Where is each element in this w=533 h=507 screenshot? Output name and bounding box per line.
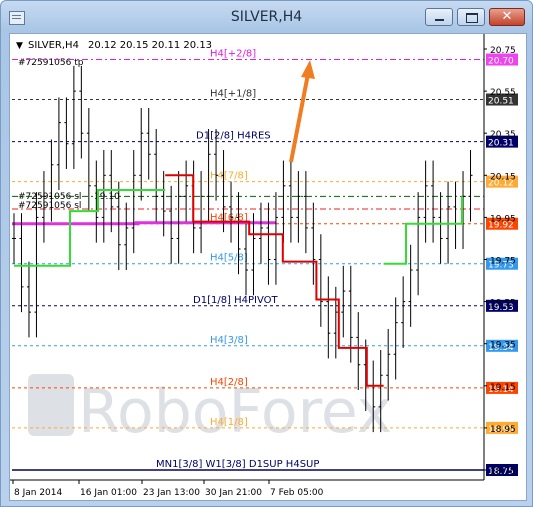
- y-tick-label: 19.95: [490, 214, 516, 224]
- level-label: H4[+2/8]: [210, 49, 256, 60]
- x-tick-label: 30 Jan 21:00: [205, 488, 262, 498]
- title-bar[interactable]: SILVER,H4 ✕: [1, 1, 532, 33]
- y-tick-label: 18.95: [490, 425, 516, 435]
- y-tick-label: 20.75: [490, 46, 516, 56]
- chart-menu-arrow-icon[interactable]: ▼: [16, 41, 23, 51]
- level-label: D1[2/8] H4RES: [196, 131, 271, 142]
- y-tick-label: 19.35: [490, 341, 516, 351]
- forecast-arrow-icon: [289, 60, 315, 163]
- close-icon: ✕: [501, 9, 513, 24]
- x-tick-label: 7 Feb 05:00: [270, 488, 324, 498]
- chart-symbol-label: SILVER,H4: [28, 40, 79, 51]
- y-tick-label: 19.55: [490, 299, 516, 309]
- y-tick-label: 19.75: [490, 257, 516, 267]
- x-tick-label: 23 Jan 13:00: [143, 488, 200, 498]
- level-label: H4[3/8]: [210, 335, 248, 346]
- chart-ohlc-values: 20.12 20.15 20.11 20.13: [88, 40, 212, 51]
- y-tick-label: 20.55: [490, 88, 516, 98]
- y-tick-label: 20.15: [490, 172, 516, 182]
- maximize-button[interactable]: [457, 8, 485, 26]
- close-button[interactable]: ✕: [489, 8, 525, 26]
- minimize-button[interactable]: [425, 8, 453, 26]
- level-label: MN1[3/8] W1[3/8] D1SUP H4SUP: [156, 459, 319, 470]
- chart-canvas[interactable]: RoboForex ▼ SILVER,H4 20.12 20.15 20.11 …: [10, 34, 526, 500]
- trend-up-line: [383, 196, 463, 265]
- level-label: H4[5/8]: [210, 253, 248, 264]
- level-label: H4[+1/8]: [210, 89, 256, 100]
- price-tag-label: 20.70: [488, 57, 514, 67]
- watermark-logo-icon: [28, 374, 74, 436]
- x-tick-label: 8 Jan 2014: [14, 488, 62, 498]
- y-tick-label: 19.15: [490, 383, 516, 393]
- level-label: H4[1/8]: [210, 417, 248, 428]
- level-label: D1[1/8] H4PIVOT: [193, 295, 279, 306]
- order-label-b: #72591056 sl: [18, 201, 81, 211]
- y-tick-label: 18.75: [490, 467, 516, 477]
- price-chart[interactable]: RoboForex ▼ SILVER,H4 20.12 20.15 20.11 …: [9, 33, 527, 501]
- level-label: H4[2/8]: [210, 377, 248, 388]
- x-tick-label: 16 Jan 01:00: [80, 488, 137, 498]
- terminal-window: SILVER,H4 ✕ RoboForex ▼ SILVER,H4 20.12 …: [0, 0, 533, 507]
- y-tick-label: 20.35: [490, 130, 516, 140]
